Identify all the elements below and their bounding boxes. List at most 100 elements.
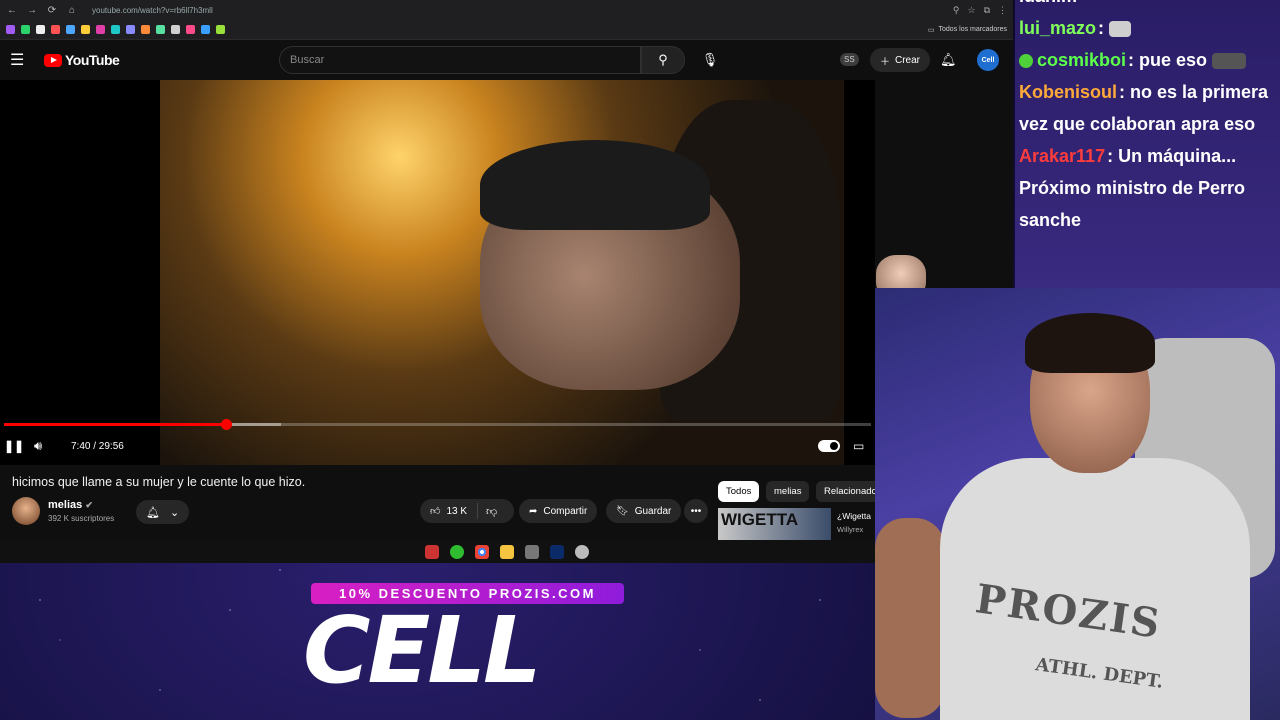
save-button[interactable]: 🔖︎ Guardar: [606, 499, 682, 523]
chrome-icon[interactable]: [474, 544, 489, 559]
stream-screen: ← → ⟳ ⌂ youtube.com/watch?v=rb6ll7h3mll …: [0, 0, 1280, 720]
chat-message: luanim: [1019, 0, 1276, 12]
share-button[interactable]: ➦ Compartir: [519, 499, 598, 523]
bookmark-icon[interactable]: [171, 25, 180, 34]
youtube-play-icon: [44, 53, 62, 67]
photoshop-icon[interactable]: [549, 544, 564, 559]
subscriber-badge-icon: [1019, 54, 1033, 69]
cat-emote-icon: [1109, 21, 1132, 38]
verified-icon: ✔: [85, 500, 93, 510]
microphone-icon: 🎙: [701, 52, 719, 67]
subscription-bell-button[interactable]: 🔔︎ ⌄: [136, 500, 190, 524]
hamburger-menu-icon[interactable]: ☰: [10, 50, 32, 70]
all-bookmarks-folder[interactable]: ▭ Todos los marcadores: [928, 26, 1007, 34]
folder-icon: ▭: [927, 26, 935, 34]
search-icon: ⚲: [658, 52, 668, 67]
pause-icon[interactable]: ❚❚: [4, 439, 24, 453]
video-player[interactable]: ❚❚ 🔊︎ 7:40 / 29:56 ▭: [0, 80, 875, 465]
chip-todos[interactable]: Todos: [718, 481, 760, 502]
video-title: hicimos que llame a su mujer y le cuente…: [12, 475, 306, 489]
bookmark-icon[interactable]: [96, 25, 105, 34]
app-icon[interactable]: [424, 544, 439, 559]
more-actions-button[interactable]: •••: [684, 499, 708, 523]
dislike-button[interactable]: 👎︎: [478, 505, 505, 518]
bookmark-icon[interactable]: [216, 25, 225, 34]
chat-message: Arakar117: Un máquina... Próximo ministr…: [1019, 146, 1246, 230]
back-icon[interactable]: ←: [6, 5, 18, 16]
zoom-icon[interactable]: ⚲: [953, 5, 960, 16]
home-icon[interactable]: ⌂: [66, 5, 78, 16]
notifications-icon[interactable]: 🔔︎: [940, 52, 957, 68]
like-button[interactable]: 👍︎ 13 K: [420, 503, 479, 519]
subtitles-icon[interactable]: ▭: [853, 439, 864, 453]
voice-search-button[interactable]: 🎙: [697, 46, 723, 74]
app-icon[interactable]: [574, 544, 589, 559]
browser-window: ← → ⟳ ⌂ youtube.com/watch?v=rb6ll7h3mll …: [0, 0, 1013, 563]
forward-icon[interactable]: →: [26, 5, 38, 16]
video-frame: [160, 80, 844, 465]
reload-icon[interactable]: ⟳: [46, 5, 58, 16]
bookmark-icon[interactable]: [141, 25, 150, 34]
chat-overlay: luanim lui_mazo: cosmikboi: pue eso Kobe…: [1015, 0, 1280, 288]
bookmark-icon[interactable]: [66, 25, 75, 34]
player-controls: ❚❚ 🔊︎ 7:40 / 29:56 ▭: [0, 436, 875, 456]
chat-message: Kobenisoul: no es la primera vez que col…: [1019, 82, 1269, 134]
bookmark-icon[interactable]: [201, 25, 210, 34]
time-display: 7:40 / 29:56: [71, 440, 124, 452]
thumbs-down-icon: 👎︎: [486, 505, 498, 518]
spotify-icon[interactable]: [449, 544, 464, 559]
bookmarks-bar: ▭ Todos los marcadores: [0, 20, 1013, 40]
share-icon: ➦: [529, 505, 538, 517]
extensions-icon[interactable]: ⧉: [984, 5, 990, 16]
menu-icon[interactable]: ⋮: [998, 5, 1007, 16]
streamer-hair: [1025, 313, 1155, 373]
related-video-channel: Willyrex: [837, 525, 864, 534]
bookmark-icon[interactable]: [51, 25, 60, 34]
address-bar: ← → ⟳ ⌂ youtube.com/watch?v=rb6ll7h3mll …: [0, 0, 1013, 20]
subscriber-count: 392 K suscriptores: [48, 514, 115, 523]
create-button[interactable]: ＋ Crear: [870, 48, 931, 72]
thumbs-up-icon: 👍︎: [430, 506, 441, 517]
related-video-thumbnail[interactable]: WIGETTA: [718, 508, 831, 542]
passenger-cap: [480, 140, 710, 230]
tattooed-arm: [875, 518, 945, 718]
bookmark-icon[interactable]: [156, 25, 165, 34]
volume-icon[interactable]: 🔊︎: [34, 438, 42, 454]
car-emote-icon: [1212, 53, 1247, 70]
url-field[interactable]: youtube.com/watch?v=rb6ll7h3mll: [92, 6, 213, 15]
bell-icon: 🔔︎: [146, 506, 160, 519]
bookmark-icon[interactable]: [126, 25, 135, 34]
bookmark-icon[interactable]: [6, 25, 15, 34]
bookmark-icon[interactable]: [186, 25, 195, 34]
search-button[interactable]: ⚲: [641, 46, 685, 74]
more-horiz-icon: •••: [690, 505, 702, 517]
played-bar: [4, 423, 227, 426]
related-video-title[interactable]: ¿Wigetta: [837, 511, 871, 521]
search-input[interactable]: Buscar: [279, 46, 641, 74]
ss-extension-badge[interactable]: SS: [840, 53, 859, 66]
chat-message: lui_mazo:: [1019, 12, 1276, 44]
channel-avatar[interactable]: [12, 497, 40, 525]
autoplay-toggle[interactable]: [818, 440, 840, 452]
channel-name[interactable]: melias ✔: [48, 499, 93, 511]
taskbar: [0, 540, 1013, 563]
bookmark-star-icon[interactable]: ☆: [967, 5, 975, 16]
bookmark-icon[interactable]: [111, 25, 120, 34]
bookmark-icon[interactable]: [81, 25, 90, 34]
webcam-feed: PROZIS ATHL. DEPT.: [875, 288, 1280, 720]
chevron-down-icon: ⌄: [169, 506, 180, 519]
account-avatar[interactable]: Cell: [977, 49, 999, 71]
app-icon[interactable]: [524, 544, 539, 559]
bookmark-icon[interactable]: [21, 25, 30, 34]
bookmark-icon: 🔖︎: [616, 505, 629, 517]
plus-icon: ＋: [880, 56, 890, 68]
promo-code: CELL: [303, 597, 542, 704]
youtube-logo[interactable]: YouTube: [44, 52, 120, 68]
chip-melias[interactable]: melias: [766, 481, 810, 502]
bookmark-icon[interactable]: [36, 25, 45, 34]
file-explorer-icon[interactable]: [499, 544, 514, 559]
progress-bar[interactable]: [4, 419, 871, 430]
like-dislike-group: 👍︎ 13 K 👎︎: [420, 499, 514, 523]
youtube-header: ☰ YouTube Buscar ⚲ 🎙 SS ＋ Crear 🔔︎ Cell: [0, 40, 1013, 80]
chat-message: cosmikboi: pue eso: [1019, 44, 1276, 76]
